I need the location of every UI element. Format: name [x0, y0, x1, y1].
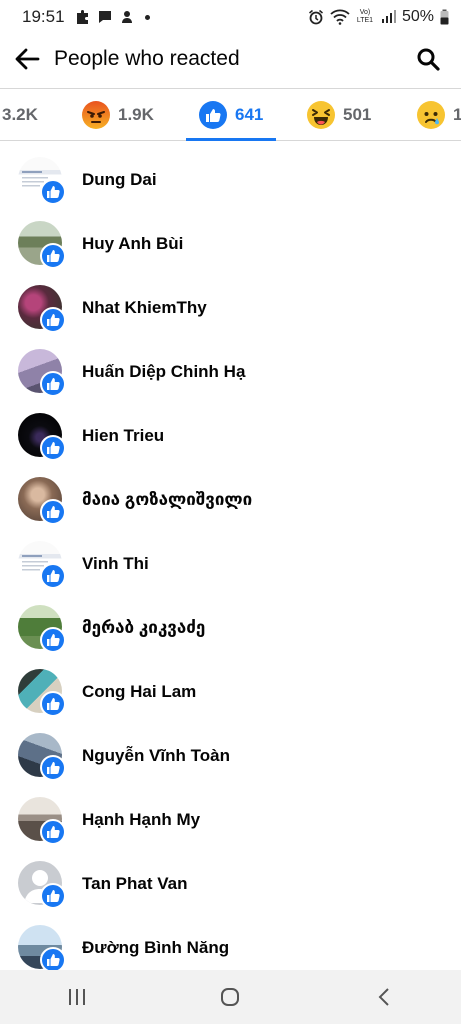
signal-icon [380, 9, 396, 25]
screen: 19:51 Vo) LTE1 50% People who reacted 3.… [0, 0, 461, 1024]
angry-reaction-icon [82, 101, 110, 129]
list-item[interactable]: Cong Hai Lam [0, 660, 461, 724]
system-back-button[interactable] [354, 977, 414, 1017]
like-badge-icon [40, 819, 66, 845]
person-name: მერაბ კიკვაძე [82, 618, 206, 637]
tab-sad[interactable]: 1 [417, 89, 461, 141]
avatar [18, 285, 66, 333]
page-title: People who reacted [54, 47, 240, 70]
like-badge-icon [40, 179, 66, 205]
header: People who reacted [0, 36, 461, 82]
avatar [18, 605, 66, 653]
person-name: Hien Trieu [82, 426, 165, 445]
avatar [18, 541, 66, 589]
like-badge-icon [40, 499, 66, 525]
tab-haha[interactable]: 501 [307, 89, 371, 141]
list-item[interactable]: Tan Phat Van [0, 852, 461, 916]
people-list: Dung Dai Huy Anh Bùi Nhat KhiemThy Huấn … [0, 148, 461, 980]
chevron-left-icon [378, 988, 389, 1006]
avatar [18, 925, 66, 973]
list-item[interactable]: Hien Trieu [0, 404, 461, 468]
tab-all[interactable]: 3.2K [2, 89, 38, 141]
search-icon [417, 48, 440, 71]
back-arrow-icon [15, 48, 40, 70]
battery-icon [440, 9, 449, 25]
person-name: Tan Phat Van [82, 874, 188, 893]
sad-reaction-icon [417, 101, 445, 129]
like-badge-icon [40, 435, 66, 461]
avatar [18, 221, 66, 269]
avatar [18, 669, 66, 717]
list-item[interactable]: Huấn Diệp Chinh Hạ [0, 340, 461, 404]
battery-percent: 50% [401, 8, 434, 25]
list-item[interactable]: Nguyễn Vĩnh Toàn [0, 724, 461, 788]
puzzle-icon [75, 9, 91, 25]
status-left: 19:51 [22, 7, 150, 27]
list-item[interactable]: მაია გოზალიშვილი [0, 468, 461, 532]
recent-apps-icon [68, 989, 85, 1005]
tab-like[interactable]: 641 [199, 89, 263, 141]
avatar [18, 349, 66, 397]
avatar [18, 733, 66, 781]
like-badge-icon [40, 307, 66, 333]
list-item[interactable]: Dung Dai [0, 148, 461, 212]
network-type-label: Vo) LTE1 [356, 9, 374, 24]
tab-count: 3.2K [2, 105, 38, 124]
haha-reaction-icon [307, 101, 335, 129]
person-name: Huy Anh Bùi [82, 234, 184, 253]
person-name: Nguyễn Vĩnh Toàn [82, 746, 230, 765]
list-item[interactable]: Huy Anh Bùi [0, 212, 461, 276]
search-button[interactable] [413, 44, 443, 74]
tab-count: 1.9K [118, 105, 154, 124]
status-right: Vo) LTE1 50% [308, 8, 449, 26]
like-badge-icon [40, 755, 66, 781]
like-badge-icon [40, 371, 66, 397]
like-badge-icon [40, 691, 66, 717]
avatar [18, 477, 66, 525]
like-badge-icon [40, 627, 66, 653]
tab-angry[interactable]: 1.9K [82, 89, 154, 141]
recent-apps-button[interactable] [47, 977, 107, 1017]
status-time: 19:51 [22, 7, 65, 26]
person-name: Dung Dai [82, 170, 157, 189]
avatar [18, 157, 66, 205]
reaction-tabs: 3.2K 1.9K 641 501 1 [0, 88, 461, 141]
avatar [18, 861, 66, 909]
list-item[interactable]: მერაბ კიკვაძე [0, 596, 461, 660]
person-name: მაია გოზალიშვილი [82, 490, 253, 509]
more-notifications-dot [144, 14, 150, 20]
person-name: Vinh Thi [82, 554, 149, 573]
avatar [18, 797, 66, 845]
person-name: Cong Hai Lam [82, 682, 197, 701]
person-name: Nhat KhiemThy [82, 298, 207, 317]
list-item[interactable]: Vinh Thi [0, 532, 461, 596]
list-item[interactable]: Hạnh Hạnh My [0, 788, 461, 852]
person-name: Đường Bình Năng [82, 938, 230, 957]
wifi-icon [330, 9, 350, 25]
tab-count: 1 [453, 105, 461, 124]
tab-count: 501 [343, 105, 372, 124]
back-button[interactable] [12, 44, 42, 74]
active-tab-indicator [186, 138, 276, 141]
like-reaction-icon [199, 101, 227, 129]
person-name: Hạnh Hạnh My [82, 810, 201, 829]
status-bar: 19:51 Vo) LTE1 50% [0, 0, 461, 34]
tab-count: 641 [235, 105, 264, 124]
like-badge-icon [40, 883, 66, 909]
message-icon [97, 9, 113, 25]
list-item[interactable]: Nhat KhiemThy [0, 276, 461, 340]
like-badge-icon [40, 243, 66, 269]
home-icon [221, 988, 240, 1006]
system-nav-bar [0, 970, 461, 1024]
avatar [18, 413, 66, 461]
alarm-icon [308, 9, 324, 25]
person-name: Huấn Diệp Chinh Hạ [82, 362, 246, 381]
like-badge-icon [40, 563, 66, 589]
app-notification-icon [119, 9, 135, 25]
home-button[interactable] [200, 977, 260, 1017]
